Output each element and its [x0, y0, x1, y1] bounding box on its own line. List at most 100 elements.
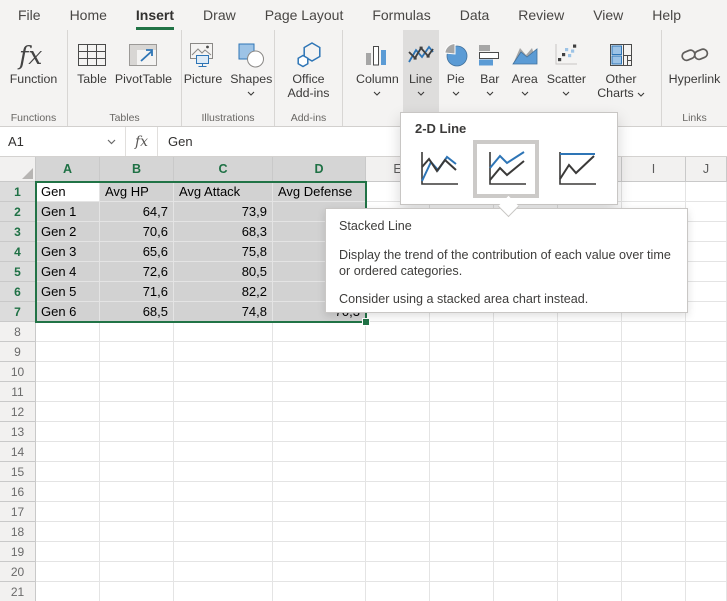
cell-I9[interactable]: [622, 342, 686, 362]
cell-I13[interactable]: [622, 422, 686, 442]
cell-G12[interactable]: [494, 402, 558, 422]
cell-I1[interactable]: [622, 182, 686, 202]
cell-D10[interactable]: [273, 362, 366, 382]
gallery-item-stacked-line[interactable]: [473, 140, 539, 198]
cell-A18[interactable]: [36, 522, 100, 542]
cell-I17[interactable]: [622, 502, 686, 522]
cell-B7[interactable]: 68,5: [100, 302, 174, 322]
cell-C18[interactable]: [174, 522, 273, 542]
row-header-4[interactable]: 4: [0, 242, 36, 262]
cell-C5[interactable]: 80,5: [174, 262, 273, 282]
row-header-18[interactable]: 18: [0, 522, 36, 542]
cell-C10[interactable]: [174, 362, 273, 382]
cell-H21[interactable]: [558, 582, 622, 601]
cell-C3[interactable]: 68,3: [174, 222, 273, 242]
column-header-i[interactable]: I: [622, 157, 686, 182]
cell-I12[interactable]: [622, 402, 686, 422]
row-header-3[interactable]: 3: [0, 222, 36, 242]
cell-I14[interactable]: [622, 442, 686, 462]
scatter-button[interactable]: Scatter: [543, 30, 590, 112]
cell-I21[interactable]: [622, 582, 686, 601]
cell-F8[interactable]: [430, 322, 494, 342]
cell-J2[interactable]: [686, 202, 727, 222]
cell-J1[interactable]: [686, 182, 727, 202]
cell-J12[interactable]: [686, 402, 727, 422]
cell-G17[interactable]: [494, 502, 558, 522]
cell-A20[interactable]: [36, 562, 100, 582]
name-box[interactable]: A1: [0, 127, 126, 156]
cell-F9[interactable]: [430, 342, 494, 362]
cell-D17[interactable]: [273, 502, 366, 522]
cell-J13[interactable]: [686, 422, 727, 442]
cell-J17[interactable]: [686, 502, 727, 522]
cell-E9[interactable]: [366, 342, 430, 362]
line-button[interactable]: Line: [403, 30, 439, 112]
cell-J6[interactable]: [686, 282, 727, 302]
cell-E21[interactable]: [366, 582, 430, 601]
cell-G11[interactable]: [494, 382, 558, 402]
cell-G14[interactable]: [494, 442, 558, 462]
tab-review[interactable]: Review: [518, 0, 564, 30]
cell-B1[interactable]: Avg HP: [100, 182, 174, 202]
row-header-21[interactable]: 21: [0, 582, 36, 601]
cell-F18[interactable]: [430, 522, 494, 542]
cell-B5[interactable]: 72,6: [100, 262, 174, 282]
cell-H18[interactable]: [558, 522, 622, 542]
cell-H19[interactable]: [558, 542, 622, 562]
cell-E12[interactable]: [366, 402, 430, 422]
row-header-11[interactable]: 11: [0, 382, 36, 402]
cell-F15[interactable]: [430, 462, 494, 482]
cell-E8[interactable]: [366, 322, 430, 342]
cell-A2[interactable]: Gen 1: [36, 202, 100, 222]
cell-H10[interactable]: [558, 362, 622, 382]
cell-C6[interactable]: 82,2: [174, 282, 273, 302]
cell-A21[interactable]: [36, 582, 100, 601]
row-header-2[interactable]: 2: [0, 202, 36, 222]
cell-G13[interactable]: [494, 422, 558, 442]
tab-file[interactable]: File: [18, 0, 41, 30]
cell-D11[interactable]: [273, 382, 366, 402]
cell-C7[interactable]: 74,8: [174, 302, 273, 322]
cell-I10[interactable]: [622, 362, 686, 382]
cell-B18[interactable]: [100, 522, 174, 542]
row-header-9[interactable]: 9: [0, 342, 36, 362]
cell-D16[interactable]: [273, 482, 366, 502]
insert-function-button[interactable]: fx: [126, 127, 158, 156]
cell-J3[interactable]: [686, 222, 727, 242]
name-box-chevron-icon[interactable]: [107, 139, 116, 145]
cell-I11[interactable]: [622, 382, 686, 402]
cell-J21[interactable]: [686, 582, 727, 601]
cell-J4[interactable]: [686, 242, 727, 262]
cell-G9[interactable]: [494, 342, 558, 362]
cell-C21[interactable]: [174, 582, 273, 601]
cell-I18[interactable]: [622, 522, 686, 542]
cell-B16[interactable]: [100, 482, 174, 502]
cell-E18[interactable]: [366, 522, 430, 542]
picture-button[interactable]: Picture: [180, 30, 227, 112]
cell-F19[interactable]: [430, 542, 494, 562]
row-header-5[interactable]: 5: [0, 262, 36, 282]
cell-H11[interactable]: [558, 382, 622, 402]
row-header-19[interactable]: 19: [0, 542, 36, 562]
other-charts-button[interactable]: Other Charts: [590, 30, 652, 112]
cell-J18[interactable]: [686, 522, 727, 542]
cell-I16[interactable]: [622, 482, 686, 502]
cell-F14[interactable]: [430, 442, 494, 462]
row-header-8[interactable]: 8: [0, 322, 36, 342]
cell-D14[interactable]: [273, 442, 366, 462]
cell-B17[interactable]: [100, 502, 174, 522]
cell-B6[interactable]: 71,6: [100, 282, 174, 302]
column-button[interactable]: Column: [352, 30, 403, 112]
tab-insert[interactable]: Insert: [136, 0, 174, 30]
row-header-17[interactable]: 17: [0, 502, 36, 522]
row-header-10[interactable]: 10: [0, 362, 36, 382]
cell-G15[interactable]: [494, 462, 558, 482]
cell-H12[interactable]: [558, 402, 622, 422]
cell-A10[interactable]: [36, 362, 100, 382]
row-header-7[interactable]: 7: [0, 302, 36, 322]
cell-B21[interactable]: [100, 582, 174, 601]
cell-E16[interactable]: [366, 482, 430, 502]
cell-B11[interactable]: [100, 382, 174, 402]
cell-J16[interactable]: [686, 482, 727, 502]
cell-B4[interactable]: 65,6: [100, 242, 174, 262]
